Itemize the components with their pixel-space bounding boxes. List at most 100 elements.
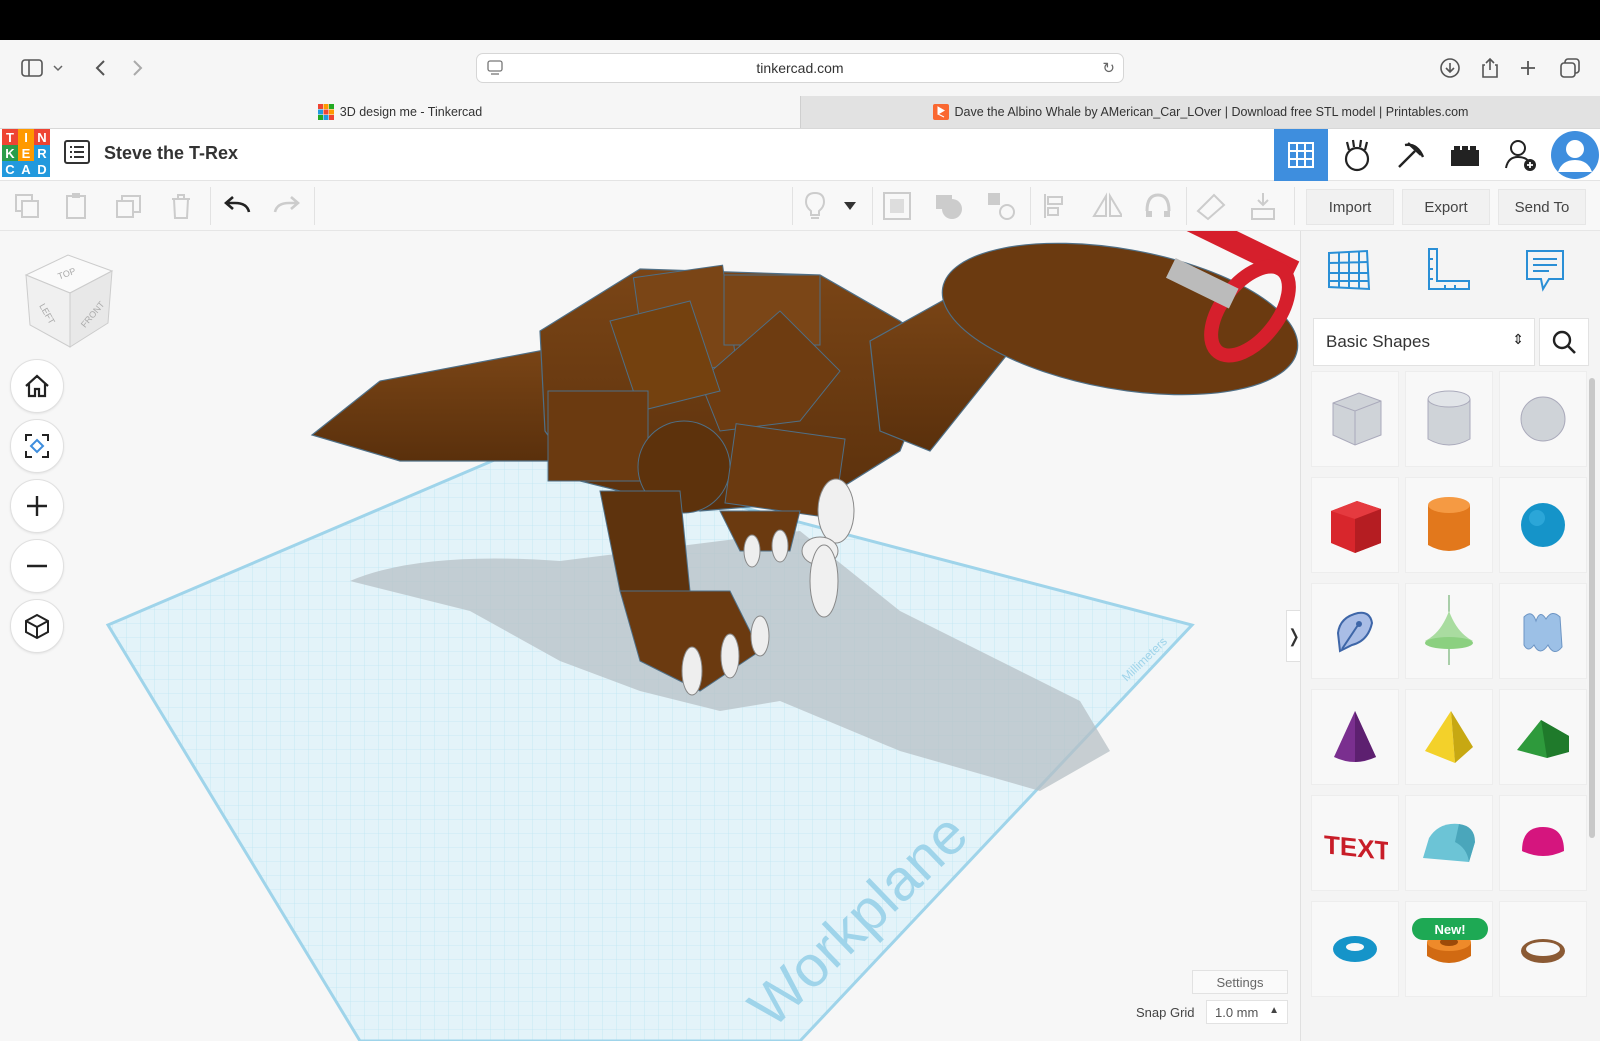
tab-printables[interactable]: Dave the Albino Whale by AMerican_Car_LO… [800, 96, 1600, 128]
design-title[interactable]: Steve the T-Rex [104, 143, 238, 164]
shape-generator[interactable] [1499, 583, 1587, 679]
logo-letter: N [34, 129, 50, 145]
tab-overview-icon[interactable] [1556, 54, 1584, 82]
shape-torus[interactable] [1311, 901, 1399, 997]
copy-icon[interactable] [12, 191, 42, 221]
tinkercad-logo[interactable]: T I N K E R C A D [2, 129, 50, 177]
shape-roof[interactable] [1499, 689, 1587, 785]
align-icon[interactable] [1040, 191, 1070, 221]
share-icon[interactable] [1476, 54, 1504, 82]
view-cube[interactable]: TOP LEFT FRONT [22, 251, 116, 351]
panel-scrollbar[interactable] [1589, 378, 1595, 838]
sphere-icon [1521, 503, 1565, 547]
toolbar-divider [792, 187, 793, 225]
cylinder-hole-icon [1427, 390, 1471, 446]
profile-avatar-icon[interactable] [1548, 129, 1600, 181]
undo-icon[interactable] [222, 191, 252, 221]
minecraft-icon[interactable] [1384, 129, 1438, 181]
shape-text[interactable]: TEXT [1311, 795, 1399, 891]
shape-sphere-hole[interactable] [1499, 371, 1587, 467]
workplane-icon[interactable] [1196, 191, 1226, 221]
zoom-in-button[interactable] [10, 479, 64, 533]
settings-button[interactable]: Settings [1192, 970, 1288, 994]
3d-workspace[interactable]: Workplane Millimeters TOP LEFT FRONT [0, 231, 1300, 1041]
ungroup-icon[interactable] [986, 191, 1016, 221]
tab-title: Dave the Albino Whale by AMerican_Car_LO… [954, 105, 1469, 119]
cruise-icon[interactable] [1142, 191, 1172, 221]
home-view-button[interactable] [10, 359, 64, 413]
sidebar-icon[interactable] [18, 54, 46, 82]
toolbar-divider [872, 187, 873, 225]
download-icon[interactable] [1436, 54, 1464, 82]
perspective-button[interactable] [10, 599, 64, 653]
import-button[interactable]: Import [1306, 189, 1394, 225]
minus-icon [27, 564, 47, 568]
logo-letter: I [18, 129, 34, 145]
shape-sphere[interactable] [1499, 477, 1587, 573]
logo-letter: E [18, 145, 34, 161]
shape-scribble[interactable] [1311, 583, 1399, 679]
forward-icon[interactable] [124, 54, 152, 82]
ruler-tool-icon[interactable] [1425, 247, 1473, 293]
snap-grid-label: Snap Grid [1136, 1005, 1195, 1020]
back-icon[interactable] [86, 54, 114, 82]
chevron-down-icon[interactable] [50, 54, 66, 82]
fit-view-button[interactable] [10, 419, 64, 473]
export-button[interactable]: Export [1402, 189, 1490, 225]
system-bar [0, 0, 1600, 40]
tab-tinkercad[interactable]: 3D design me - Tinkercad [0, 96, 800, 128]
notes-tool-icon[interactable] [1523, 247, 1567, 293]
reload-icon[interactable]: ↻ [1102, 59, 1115, 77]
redo-icon[interactable] [272, 191, 302, 221]
svg-text:TEXT: TEXT [1324, 829, 1388, 863]
workplane-scene[interactable]: Workplane Millimeters [0, 231, 1300, 1041]
mirror-icon[interactable] [1092, 191, 1122, 221]
3d-design-view-icon[interactable] [1274, 129, 1328, 181]
reader-icon[interactable] [487, 60, 503, 76]
shape-search-button[interactable] [1539, 318, 1589, 366]
tinkercad-favicon-icon [317, 104, 334, 120]
dropdown-icon[interactable] [840, 191, 860, 221]
updown-caret-icon: ⇕ [1512, 331, 1524, 347]
lego-bricks-icon[interactable] [1438, 129, 1492, 181]
send-to-button[interactable]: Send To [1498, 189, 1586, 225]
shape-cylinder[interactable] [1405, 477, 1493, 573]
toolbar-divider [1186, 187, 1187, 225]
toolbar-divider [314, 187, 315, 225]
logo-letter: T [2, 129, 18, 145]
workplane-tool-icon[interactable] [1325, 247, 1371, 293]
shape-box-hole[interactable] [1311, 371, 1399, 467]
ruler-drop-icon[interactable] [1248, 191, 1278, 221]
shape-cone[interactable] [1311, 689, 1399, 785]
shape-half-cylinder[interactable] [1405, 795, 1493, 891]
design-list-icon[interactable] [64, 140, 90, 164]
sphere-hole-icon [1520, 396, 1566, 442]
shape-half-sphere[interactable] [1499, 795, 1587, 891]
address-bar[interactable]: tinkercad.com ↻ [476, 53, 1124, 83]
shape-cylinder-hole[interactable] [1405, 371, 1493, 467]
notes-light-icon[interactable] [800, 191, 830, 221]
shape-category-value: Basic Shapes [1326, 332, 1430, 351]
logo-letter: R [34, 145, 50, 161]
paste-icon[interactable] [62, 191, 92, 221]
codeblocks-icon[interactable] [1330, 129, 1384, 181]
shape-tube[interactable] [1405, 901, 1493, 997]
invite-user-icon[interactable] [1494, 129, 1548, 181]
zoom-out-button[interactable] [10, 539, 64, 593]
group-icon[interactable] [882, 191, 912, 221]
duplicate-icon[interactable] [114, 191, 144, 221]
new-tab-icon[interactable] [1514, 54, 1542, 82]
logo-letter: K [2, 145, 18, 161]
shape-paraboloid[interactable] [1405, 583, 1493, 679]
shape-category-select[interactable]: Basic Shapes ⇕ [1313, 318, 1535, 366]
shape-box[interactable] [1311, 477, 1399, 573]
snap-grid-select[interactable]: 1.0 mm ▲ [1206, 1000, 1288, 1024]
ring-icon [1521, 939, 1565, 963]
shape-pyramid[interactable] [1405, 689, 1493, 785]
shape-ring[interactable] [1499, 901, 1587, 997]
tinkercad-header: T I N K E R C A D Steve the T-Rex [0, 129, 1600, 181]
caret-up-icon: ▲ [1269, 1005, 1279, 1016]
delete-icon[interactable] [166, 191, 196, 221]
union-icon[interactable] [934, 191, 964, 221]
tab-bar: 3D design me - Tinkercad Dave the Albino… [0, 96, 1600, 129]
